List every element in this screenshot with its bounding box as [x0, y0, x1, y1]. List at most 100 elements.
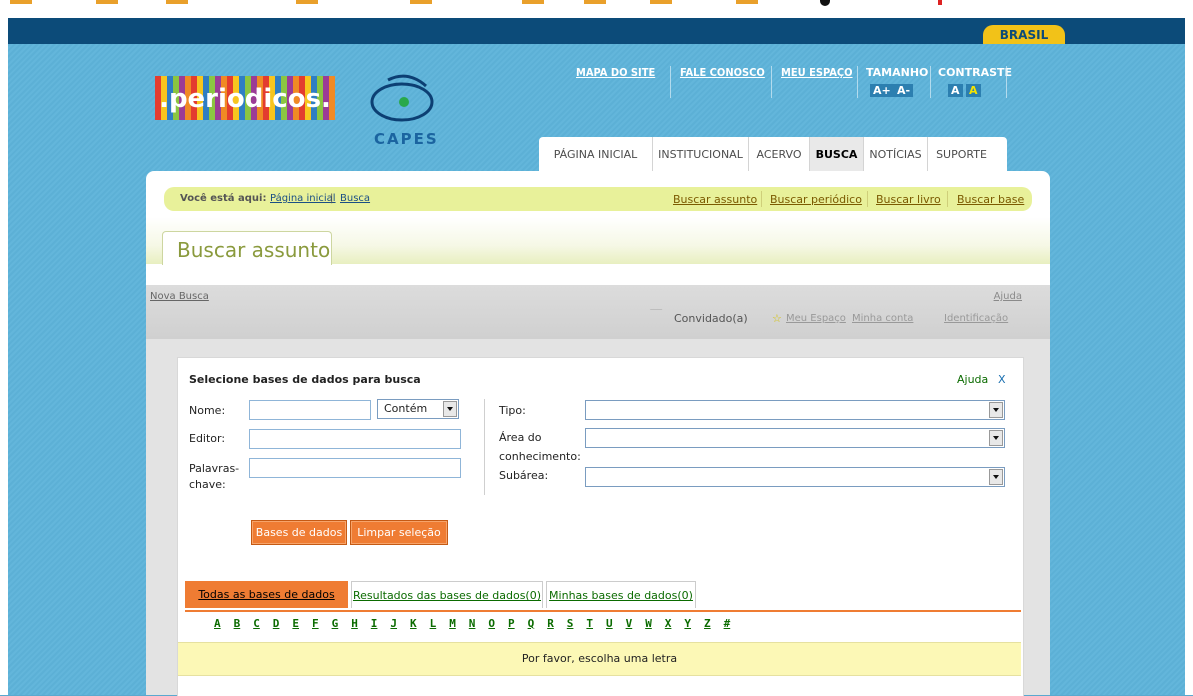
- quick-link-buscar-assunto[interactable]: Buscar assunto: [673, 193, 757, 206]
- letter-link-i[interactable]: I: [371, 617, 378, 630]
- toolbar-fragment: [522, 0, 544, 4]
- letter-link-v[interactable]: V: [626, 617, 633, 630]
- tab-suporte[interactable]: SUPORTE: [928, 137, 995, 173]
- breadcrumb-separator: |: [330, 193, 334, 204]
- letter-link-n[interactable]: N: [469, 617, 476, 630]
- toolbar-fragment: [166, 0, 188, 4]
- font-decrease-button[interactable]: A-: [894, 84, 914, 97]
- my-account-link[interactable]: Minha conta: [852, 313, 913, 324]
- chevron-down-icon: [989, 469, 1003, 485]
- my-space-link[interactable]: Meu Espaço: [786, 313, 846, 324]
- quick-link-buscar-periodico[interactable]: Buscar periódico: [770, 193, 862, 206]
- divider: [930, 66, 931, 98]
- tab-pagina-inicial[interactable]: PÁGINA INICIAL: [539, 137, 653, 173]
- divider: [771, 66, 772, 98]
- font-size-label: TAMANHO: [866, 66, 929, 79]
- type-label: Tipo:: [499, 404, 526, 417]
- area-label: Área do: [499, 431, 542, 444]
- letter-link-h[interactable]: H: [351, 617, 358, 630]
- tab-all-databases[interactable]: Todas as bases de dados: [185, 581, 348, 608]
- letter-link-hash[interactable]: #: [724, 617, 731, 630]
- help-link[interactable]: Ajuda: [994, 291, 1022, 302]
- tab-noticias[interactable]: NOTÍCIAS: [864, 137, 928, 173]
- site-map-link[interactable]: MAPA DO SITE: [576, 66, 655, 79]
- letter-link-m[interactable]: M: [449, 617, 456, 630]
- letter-link-w[interactable]: W: [645, 617, 652, 630]
- periodicos-logo-text: .periodicos.: [159, 84, 331, 114]
- breadcrumb: Você está aqui: Página inicial | Busca B…: [164, 187, 1032, 211]
- breadcrumb-prefix: Você está aqui:: [180, 193, 267, 204]
- divider: [947, 191, 948, 207]
- letter-link-e[interactable]: E: [292, 617, 299, 630]
- star-icon: ☆: [772, 312, 782, 325]
- clear-selection-button[interactable]: Limpar seleção: [350, 520, 448, 545]
- toolbar-fragment: [820, 0, 830, 6]
- contrast-normal-button[interactable]: A: [948, 84, 963, 97]
- name-match-select[interactable]: Contém: [377, 399, 459, 419]
- browser-top-strip: [0, 0, 1193, 18]
- tab-my-databases[interactable]: Minhas bases de dados(0): [546, 581, 696, 608]
- my-space-link[interactable]: MEU ESPAÇO: [781, 66, 853, 79]
- letter-link-x[interactable]: X: [665, 617, 672, 630]
- letter-link-k[interactable]: K: [410, 617, 417, 630]
- contrast-label: CONTRASTE: [938, 66, 1013, 79]
- keywords-input[interactable]: [249, 458, 461, 478]
- area-select[interactable]: [585, 428, 1005, 448]
- subarea-select[interactable]: [585, 467, 1005, 487]
- letter-link-z[interactable]: Z: [704, 617, 711, 630]
- guest-label: Convidado(a): [674, 312, 748, 325]
- divider: [670, 66, 671, 98]
- font-increase-button[interactable]: A+: [870, 84, 894, 97]
- letter-link-b[interactable]: B: [234, 617, 241, 630]
- left-edge: [0, 18, 8, 695]
- page-title-tab: Buscar assunto: [162, 231, 332, 265]
- breadcrumb-home-link[interactable]: Página inicial: [270, 193, 336, 204]
- divider: [1006, 66, 1007, 98]
- capes-logo-text: CAPES: [374, 130, 439, 148]
- tab-database-results[interactable]: Resultados das bases de dados(0): [351, 581, 543, 608]
- quick-link-buscar-base[interactable]: Buscar base: [957, 193, 1024, 206]
- letter-link-c[interactable]: C: [253, 617, 260, 630]
- toolbar-fragment: [10, 0, 32, 4]
- login-link[interactable]: Identificação: [944, 313, 1008, 324]
- letter-link-o[interactable]: O: [488, 617, 495, 630]
- letter-link-a[interactable]: A: [214, 617, 221, 630]
- letter-link-s[interactable]: S: [567, 617, 574, 630]
- letter-link-l[interactable]: L: [430, 617, 437, 630]
- editor-input[interactable]: [249, 429, 461, 449]
- letter-link-d[interactable]: D: [273, 617, 280, 630]
- name-input[interactable]: [249, 400, 371, 420]
- letter-link-j[interactable]: J: [390, 617, 397, 630]
- divider: [484, 399, 485, 495]
- letter-link-p[interactable]: P: [508, 617, 515, 630]
- close-icon[interactable]: X: [998, 372, 1006, 387]
- quick-link-buscar-livro[interactable]: Buscar livro: [876, 193, 941, 206]
- divider: [649, 309, 675, 324]
- tab-busca[interactable]: BUSCA: [810, 137, 864, 173]
- type-select[interactable]: [585, 400, 1005, 420]
- new-search-link[interactable]: Nova Busca: [150, 291, 209, 302]
- breadcrumb-current-link[interactable]: Busca: [340, 193, 370, 204]
- tab-institucional[interactable]: INSTITUCIONAL: [653, 137, 749, 173]
- periodicos-logo[interactable]: .periodicos.: [155, 76, 335, 120]
- letter-link-g[interactable]: G: [332, 617, 339, 630]
- letter-link-f[interactable]: F: [312, 617, 319, 630]
- tab-acervo[interactable]: ACERVO: [749, 137, 810, 173]
- results-tabs: Todas as bases de dados Resultados das b…: [185, 581, 1021, 612]
- toolbar-fragment: [96, 0, 118, 4]
- capes-logo[interactable]: CAPES: [368, 72, 438, 148]
- message-bar: Por favor, escolha uma letra: [178, 642, 1021, 676]
- contrast-high-button[interactable]: A: [966, 84, 981, 97]
- letter-link-t[interactable]: T: [586, 617, 593, 630]
- divider: [867, 191, 868, 207]
- brasil-link[interactable]: BRASIL: [983, 25, 1065, 44]
- letter-link-r[interactable]: R: [547, 617, 554, 630]
- toolbar-fragment: [736, 0, 758, 4]
- capes-emblem-icon: [370, 74, 434, 122]
- letter-link-q[interactable]: Q: [528, 617, 535, 630]
- letter-link-u[interactable]: U: [606, 617, 613, 630]
- contact-link[interactable]: FALE CONOSCO: [680, 66, 765, 79]
- help-link[interactable]: Ajuda: [957, 372, 988, 387]
- letter-link-y[interactable]: Y: [684, 617, 691, 630]
- databases-button[interactable]: Bases de dados: [251, 520, 347, 545]
